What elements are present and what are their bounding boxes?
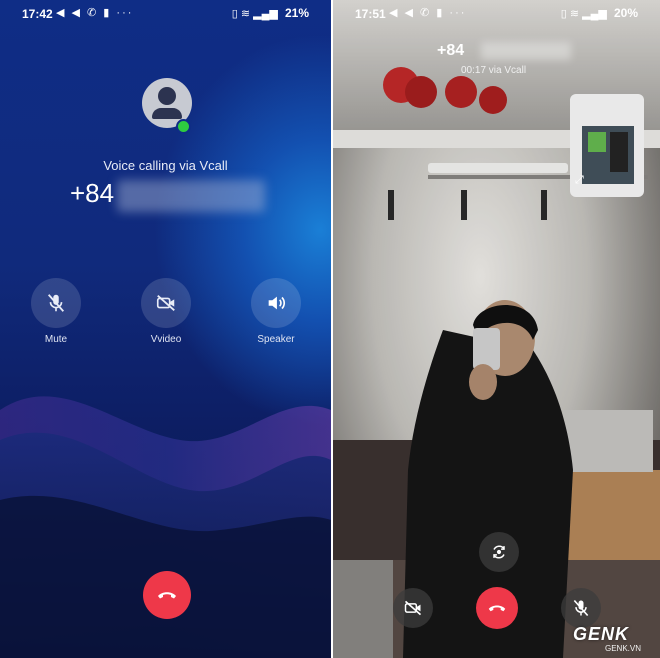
mic-off-icon <box>47 294 65 312</box>
status-right-icons: ▯ ≋ ▂▄▆ 20% <box>561 6 638 20</box>
video-call-screen: 17:51 ◀ ◀ ✆ ▮ ··· ▯ ≋ ▂▄▆ 20% +84 00:17 … <box>333 0 660 658</box>
self-view-preview[interactable]: ⤢ <box>570 94 644 197</box>
end-call-icon <box>158 592 176 599</box>
video-toggle-button[interactable] <box>393 588 433 628</box>
battery-level: 20% <box>613 6 638 20</box>
calling-status-label: Voice calling via Vcall <box>103 158 228 173</box>
mic-off-icon <box>573 599 589 617</box>
online-status-dot <box>176 119 191 134</box>
status-bar: 17:51 ◀ ◀ ✆ ▮ ··· ▯ ≋ ▂▄▆ 20% <box>333 0 660 26</box>
video-off-icon <box>156 294 175 312</box>
blurred-number <box>117 180 265 212</box>
preview-screen-dark <box>610 132 628 172</box>
end-call-icon <box>488 605 506 612</box>
switch-camera-button[interactable] <box>479 532 519 572</box>
expand-icon[interactable]: ⤢ <box>575 174 584 187</box>
end-call-button[interactable] <box>143 571 191 619</box>
avatar-head <box>158 87 176 105</box>
speaker-label: Speaker <box>257 334 295 345</box>
watermark-logo: GENK <box>573 624 630 644</box>
blurred-number <box>481 42 571 60</box>
video-button[interactable] <box>141 278 191 328</box>
status-right-icons: ▯ ≋ ▂▄▆ 21% <box>232 6 309 20</box>
speaker-button[interactable] <box>251 278 301 328</box>
phone-number: +84 <box>70 178 115 208</box>
watermark-url: GENK.VN <box>605 644 642 653</box>
mute-label: Mute <box>44 334 68 345</box>
signal-icon: ▯ ≋ ▂▄▆ <box>231 8 278 20</box>
status-bar: 17:42 ◀ ◀ ✆ ▮ ··· ▯ ≋ ▂▄▆ 21% <box>0 0 331 26</box>
speaker-icon <box>268 296 286 310</box>
voice-call-screen: 17:42 ◀ ◀ ✆ ▮ ··· ▯ ≋ ▂▄▆ 21% Voice call… <box>0 0 331 658</box>
preview-screen-green <box>588 132 606 152</box>
battery-level: 21% <box>284 6 309 20</box>
mute-toggle-button[interactable] <box>561 588 601 628</box>
video-label: Vvideo <box>150 334 182 345</box>
phone-number: +84 <box>437 42 465 59</box>
avatar-shoulders <box>152 108 182 119</box>
notification-icons: ◀ ◀ ✆ ▮ ··· <box>389 7 467 19</box>
switch-camera-icon <box>493 545 505 559</box>
video-off-icon <box>404 600 422 616</box>
mute-button[interactable] <box>31 278 81 328</box>
call-duration-label: 00:17 via Vcall <box>461 65 527 76</box>
end-call-button[interactable] <box>476 587 518 629</box>
notification-icons: ◀ ◀ ✆ ▮ ··· <box>56 7 134 19</box>
status-time: 17:42 <box>22 7 53 21</box>
signal-icon: ▯ ≋ ▂▄▆ <box>560 8 607 20</box>
status-time: 17:51 <box>355 7 386 21</box>
